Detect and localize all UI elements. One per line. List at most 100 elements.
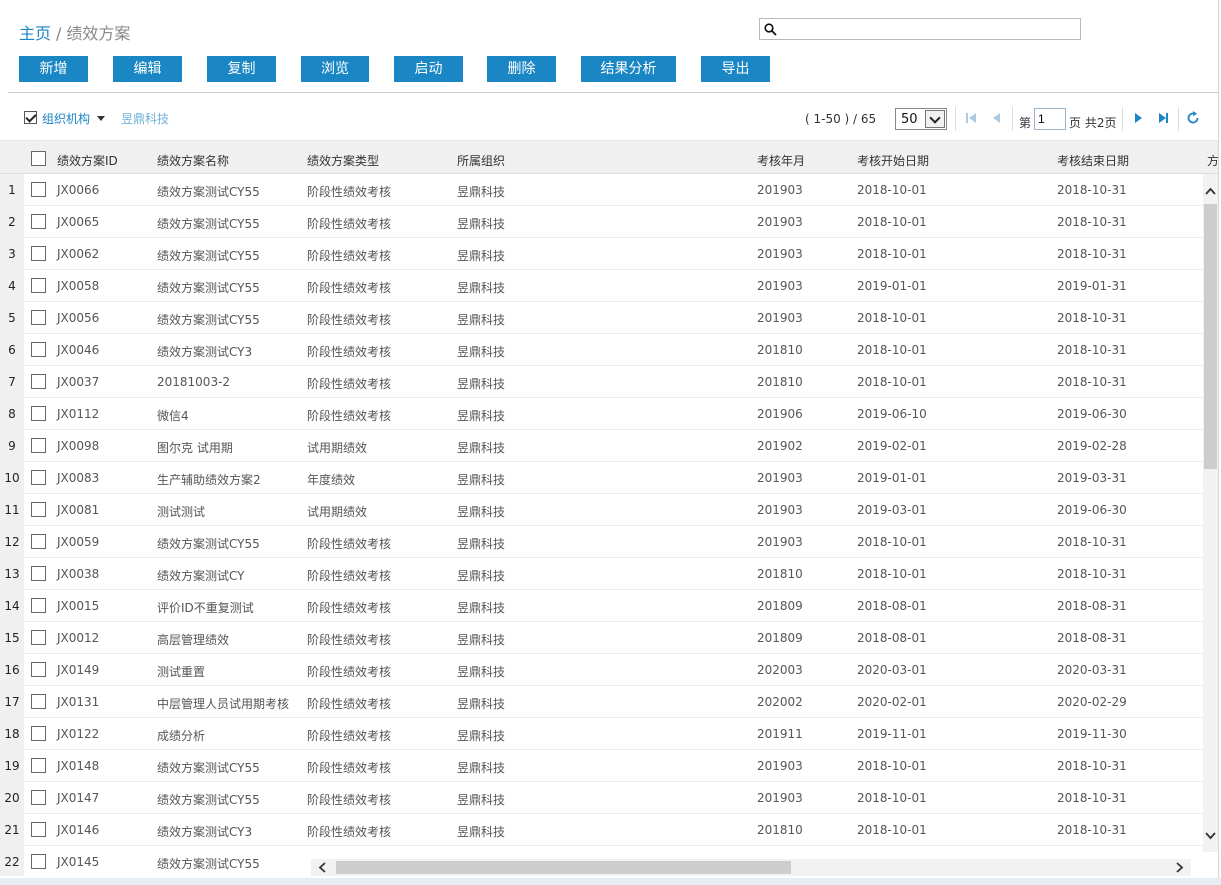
- table-row[interactable]: 9 JX0098 图尔克 试用期 试用期绩效 昱鼎科技 201902 2019-02-01 2…: [0, 430, 1203, 462]
- row-checkbox[interactable]: [31, 246, 46, 261]
- row-number: 1: [0, 174, 24, 206]
- cell-id: JX0112: [57, 407, 100, 421]
- row-checkbox[interactable]: [31, 310, 46, 325]
- chevron-right-icon[interactable]: [1171, 859, 1187, 876]
- table-row[interactable]: 21 JX0146 绩效方案测试CY3 阶段性绩效考核 昱鼎科技 201810 2018-1…: [0, 814, 1203, 846]
- row-checkbox[interactable]: [31, 662, 46, 677]
- org-label[interactable]: 组织机构: [42, 110, 90, 127]
- last-page-icon[interactable]: [1155, 110, 1171, 126]
- search-icon[interactable]: [764, 23, 777, 36]
- chevron-down-icon[interactable]: [97, 116, 105, 121]
- table-row[interactable]: 5 JX0056 绩效方案测试CY55 阶段性绩效考核 昱鼎科技 201903 2018-1…: [0, 302, 1203, 334]
- chevron-down-icon[interactable]: [1203, 828, 1218, 844]
- select-all-checkbox[interactable]: [31, 151, 46, 166]
- row-checkbox[interactable]: [31, 630, 46, 645]
- table-row[interactable]: 20 JX0147 绩效方案测试CY55 阶段性绩效考核 昱鼎科技 201903 2018-…: [0, 782, 1203, 814]
- table-row[interactable]: 2 JX0065 绩效方案测试CY55 阶段性绩效考核 昱鼎科技 201903 2018-1…: [0, 206, 1203, 238]
- add-button[interactable]: 新增: [19, 56, 88, 82]
- refresh-icon[interactable]: [1185, 110, 1201, 126]
- row-checkbox[interactable]: [31, 278, 46, 293]
- horizontal-scroll-thumb[interactable]: [336, 861, 791, 874]
- row-checkbox[interactable]: [31, 182, 46, 197]
- cell-type: 阶段性绩效考核: [307, 761, 392, 775]
- result-analysis-button[interactable]: 结果分析: [581, 56, 676, 82]
- edit-button[interactable]: 编辑: [113, 56, 182, 82]
- column-header-org[interactable]: 所属组织: [457, 152, 505, 169]
- table-row[interactable]: 16 JX0149 测试重置 阶段性绩效考核 昱鼎科技 202003 2020-03-01 2…: [0, 654, 1203, 686]
- chevron-up-icon[interactable]: [1203, 184, 1218, 200]
- column-header-id[interactable]: 绩效方案ID: [57, 152, 118, 169]
- cell-end-date: 2020-02-29: [1057, 695, 1127, 709]
- cell-year-month: 201903: [757, 503, 803, 517]
- column-header-name[interactable]: 绩效方案名称: [157, 152, 229, 169]
- org-name-link[interactable]: 昱鼎科技: [121, 110, 169, 127]
- table-row[interactable]: 11 JX0081 测试测试 试用期绩效 昱鼎科技 201903 2019-03-01 201…: [0, 494, 1203, 526]
- column-header-end-date[interactable]: 考核结束日期: [1057, 152, 1129, 169]
- vertical-scrollbar[interactable]: [1203, 174, 1218, 852]
- delete-button[interactable]: 删除: [487, 56, 556, 82]
- table-row[interactable]: 12 JX0059 绩效方案测试CY55 阶段性绩效考核 昱鼎科技 201903 2018-…: [0, 526, 1203, 558]
- column-header-year-month[interactable]: 考核年月: [757, 152, 805, 169]
- table-row[interactable]: 6 JX0046 绩效方案测试CY3 阶段性绩效考核 昱鼎科技 201810 2018-10…: [0, 334, 1203, 366]
- table-row[interactable]: 1 JX0066 绩效方案测试CY55 阶段性绩效考核 昱鼎科技 201903 2018-1…: [0, 174, 1203, 206]
- row-checkbox[interactable]: [31, 470, 46, 485]
- column-header-type[interactable]: 绩效方案类型: [307, 152, 379, 169]
- horizontal-scrollbar[interactable]: [311, 859, 1191, 876]
- cell-id: JX0058: [57, 279, 100, 293]
- row-checkbox[interactable]: [31, 406, 46, 421]
- row-checkbox[interactable]: [31, 438, 46, 453]
- row-checkbox[interactable]: [31, 374, 46, 389]
- org-checkbox[interactable]: [24, 111, 37, 124]
- row-checkbox[interactable]: [31, 534, 46, 549]
- prev-page-icon[interactable]: [988, 110, 1004, 126]
- cell-id: JX0083: [57, 471, 100, 485]
- chevron-down-icon[interactable]: [925, 110, 945, 128]
- page-prefix: 第: [1019, 116, 1032, 130]
- table-row[interactable]: 14 JX0015 评价ID不重复测试 阶段性绩效考核 昱鼎科技 201809 2018-0…: [0, 590, 1203, 622]
- next-page-icon[interactable]: [1130, 110, 1146, 126]
- table-row[interactable]: 7 JX0037 20181003-2 阶段性绩效考核 昱鼎科技 201810 2018-1…: [0, 366, 1203, 398]
- breadcrumb-home-link[interactable]: 主页: [19, 24, 51, 43]
- table-row[interactable]: 17 JX0131 中层管理人员试用期考核 阶段性绩效考核 昱鼎科技 202002 2020…: [0, 686, 1203, 718]
- cell-org: 昱鼎科技: [457, 697, 506, 711]
- table-row[interactable]: 13 JX0038 绩效方案测试CY 阶段性绩效考核 昱鼎科技 201810 2018-10…: [0, 558, 1203, 590]
- cell-end-date: 2018-08-31: [1057, 599, 1127, 613]
- search-box: [759, 18, 1081, 40]
- cell-start-date: 2018-10-01: [857, 247, 927, 261]
- table-row[interactable]: 3 JX0062 绩效方案测试CY55 阶段性绩效考核 昱鼎科技 201903 2018-1…: [0, 238, 1203, 270]
- row-checkbox[interactable]: [31, 726, 46, 741]
- row-number: 7: [0, 366, 24, 398]
- table-row[interactable]: 15 JX0012 高层管理绩效 阶段性绩效考核 昱鼎科技 201809 2018-08-0…: [0, 622, 1203, 654]
- row-checkbox[interactable]: [31, 566, 46, 581]
- search-input[interactable]: [780, 20, 1076, 38]
- table-row[interactable]: 8 JX0112 微信4 阶段性绩效考核 昱鼎科技 201906 2019-06-10 201…: [0, 398, 1203, 430]
- row-checkbox[interactable]: [31, 342, 46, 357]
- table-row[interactable]: 10 JX0083 生产辅助绩效方案2 年度绩效 昱鼎科技 201903 2019-01-0…: [0, 462, 1203, 494]
- cell-type: 阶段性绩效考核: [307, 537, 392, 551]
- column-header-more[interactable]: 方: [1207, 152, 1218, 169]
- row-checkbox[interactable]: [31, 214, 46, 229]
- row-checkbox[interactable]: [31, 854, 46, 869]
- cell-type: 阶段性绩效考核: [307, 665, 392, 679]
- table-row[interactable]: 18 JX0122 成绩分析 阶段性绩效考核 昱鼎科技 201911 2019-11-01 2…: [0, 718, 1203, 750]
- row-checkbox[interactable]: [31, 822, 46, 837]
- browse-button[interactable]: 浏览: [301, 56, 369, 82]
- page-title: 绩效方案: [66, 24, 131, 43]
- vertical-scroll-thumb[interactable]: [1204, 204, 1217, 469]
- start-button[interactable]: 启动: [394, 56, 463, 82]
- row-checkbox[interactable]: [31, 790, 46, 805]
- row-checkbox[interactable]: [31, 598, 46, 613]
- row-checkbox[interactable]: [31, 758, 46, 773]
- row-checkbox[interactable]: [31, 694, 46, 709]
- chevron-left-icon[interactable]: [315, 859, 331, 876]
- column-header-start-date[interactable]: 考核开始日期: [857, 152, 929, 169]
- export-button[interactable]: 导出: [701, 56, 770, 82]
- page-size-select[interactable]: 50: [895, 108, 947, 130]
- table-row[interactable]: 19 JX0148 绩效方案测试CY55 阶段性绩效考核 昱鼎科技 201903 2018-…: [0, 750, 1203, 782]
- row-checkbox[interactable]: [31, 502, 46, 517]
- table-row[interactable]: 4 JX0058 绩效方案测试CY55 阶段性绩效考核 昱鼎科技 201903 2019-0…: [0, 270, 1203, 302]
- copy-button[interactable]: 复制: [207, 56, 276, 82]
- page-number-input[interactable]: [1034, 108, 1066, 130]
- cell-end-date: 2019-11-30: [1057, 727, 1127, 741]
- first-page-icon[interactable]: [963, 110, 979, 126]
